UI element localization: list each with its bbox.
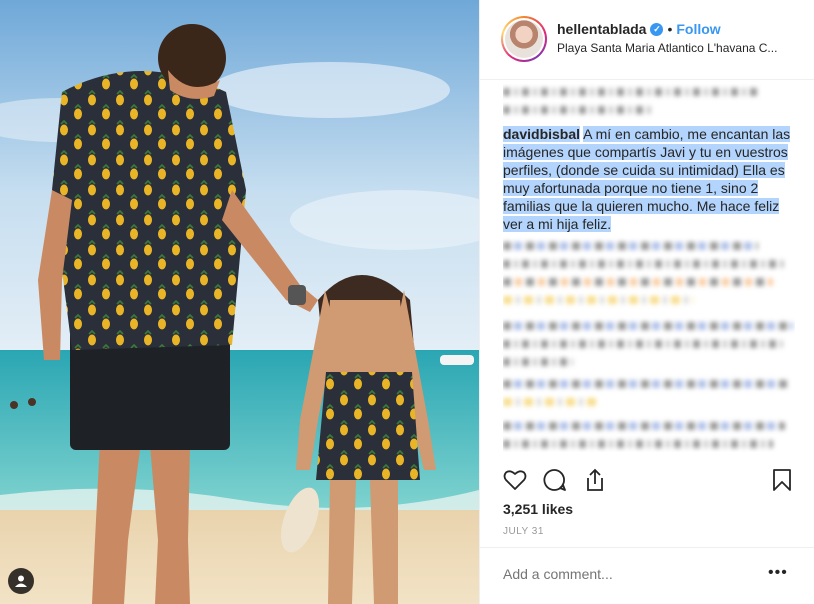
- person-icon: [15, 575, 27, 587]
- bookmark-icon[interactable]: [768, 466, 796, 494]
- blurred-comment: [503, 422, 795, 452]
- add-comment-section: •••: [480, 547, 814, 604]
- username-link[interactable]: hellentablada: [557, 21, 646, 37]
- post-date[interactable]: JULY 31: [503, 526, 544, 537]
- tagged-users-button[interactable]: [8, 568, 34, 594]
- follow-button[interactable]: Follow: [676, 21, 720, 37]
- blurred-comment: [503, 322, 795, 376]
- likes-count[interactable]: 3,251 likes: [503, 501, 573, 517]
- post-actions: [480, 466, 814, 506]
- comment-username[interactable]: davidbisbal: [503, 126, 581, 142]
- heart-icon[interactable]: [501, 466, 529, 494]
- avatar-image: [505, 20, 543, 58]
- post-header: hellentablada ✓ • Follow Playa Santa Mar…: [480, 0, 814, 80]
- blurred-comment: [503, 380, 795, 416]
- beach-scene: [0, 0, 479, 604]
- caption-comment: davidbisbal A mí en cambio, me encantan …: [503, 125, 795, 233]
- avatar[interactable]: [501, 16, 547, 62]
- separator-dot: •: [667, 21, 673, 37]
- comments-area[interactable]: davidbisbal A mí en cambio, me encantan …: [503, 84, 795, 452]
- post-side-panel: hellentablada ✓ • Follow Playa Santa Mar…: [479, 0, 814, 604]
- verified-icon: ✓: [650, 22, 664, 36]
- share-icon[interactable]: [581, 466, 609, 494]
- blurred-comment: [503, 88, 763, 124]
- comment-input[interactable]: [503, 566, 753, 582]
- post-photo[interactable]: [0, 0, 479, 604]
- blurred-comment: [503, 242, 795, 314]
- header-user-row: hellentablada ✓ • Follow: [557, 21, 721, 37]
- more-options-icon[interactable]: •••: [768, 564, 788, 582]
- location-link[interactable]: Playa Santa Maria Atlantico L'havana C..…: [557, 41, 777, 55]
- comment-icon[interactable]: [541, 466, 569, 494]
